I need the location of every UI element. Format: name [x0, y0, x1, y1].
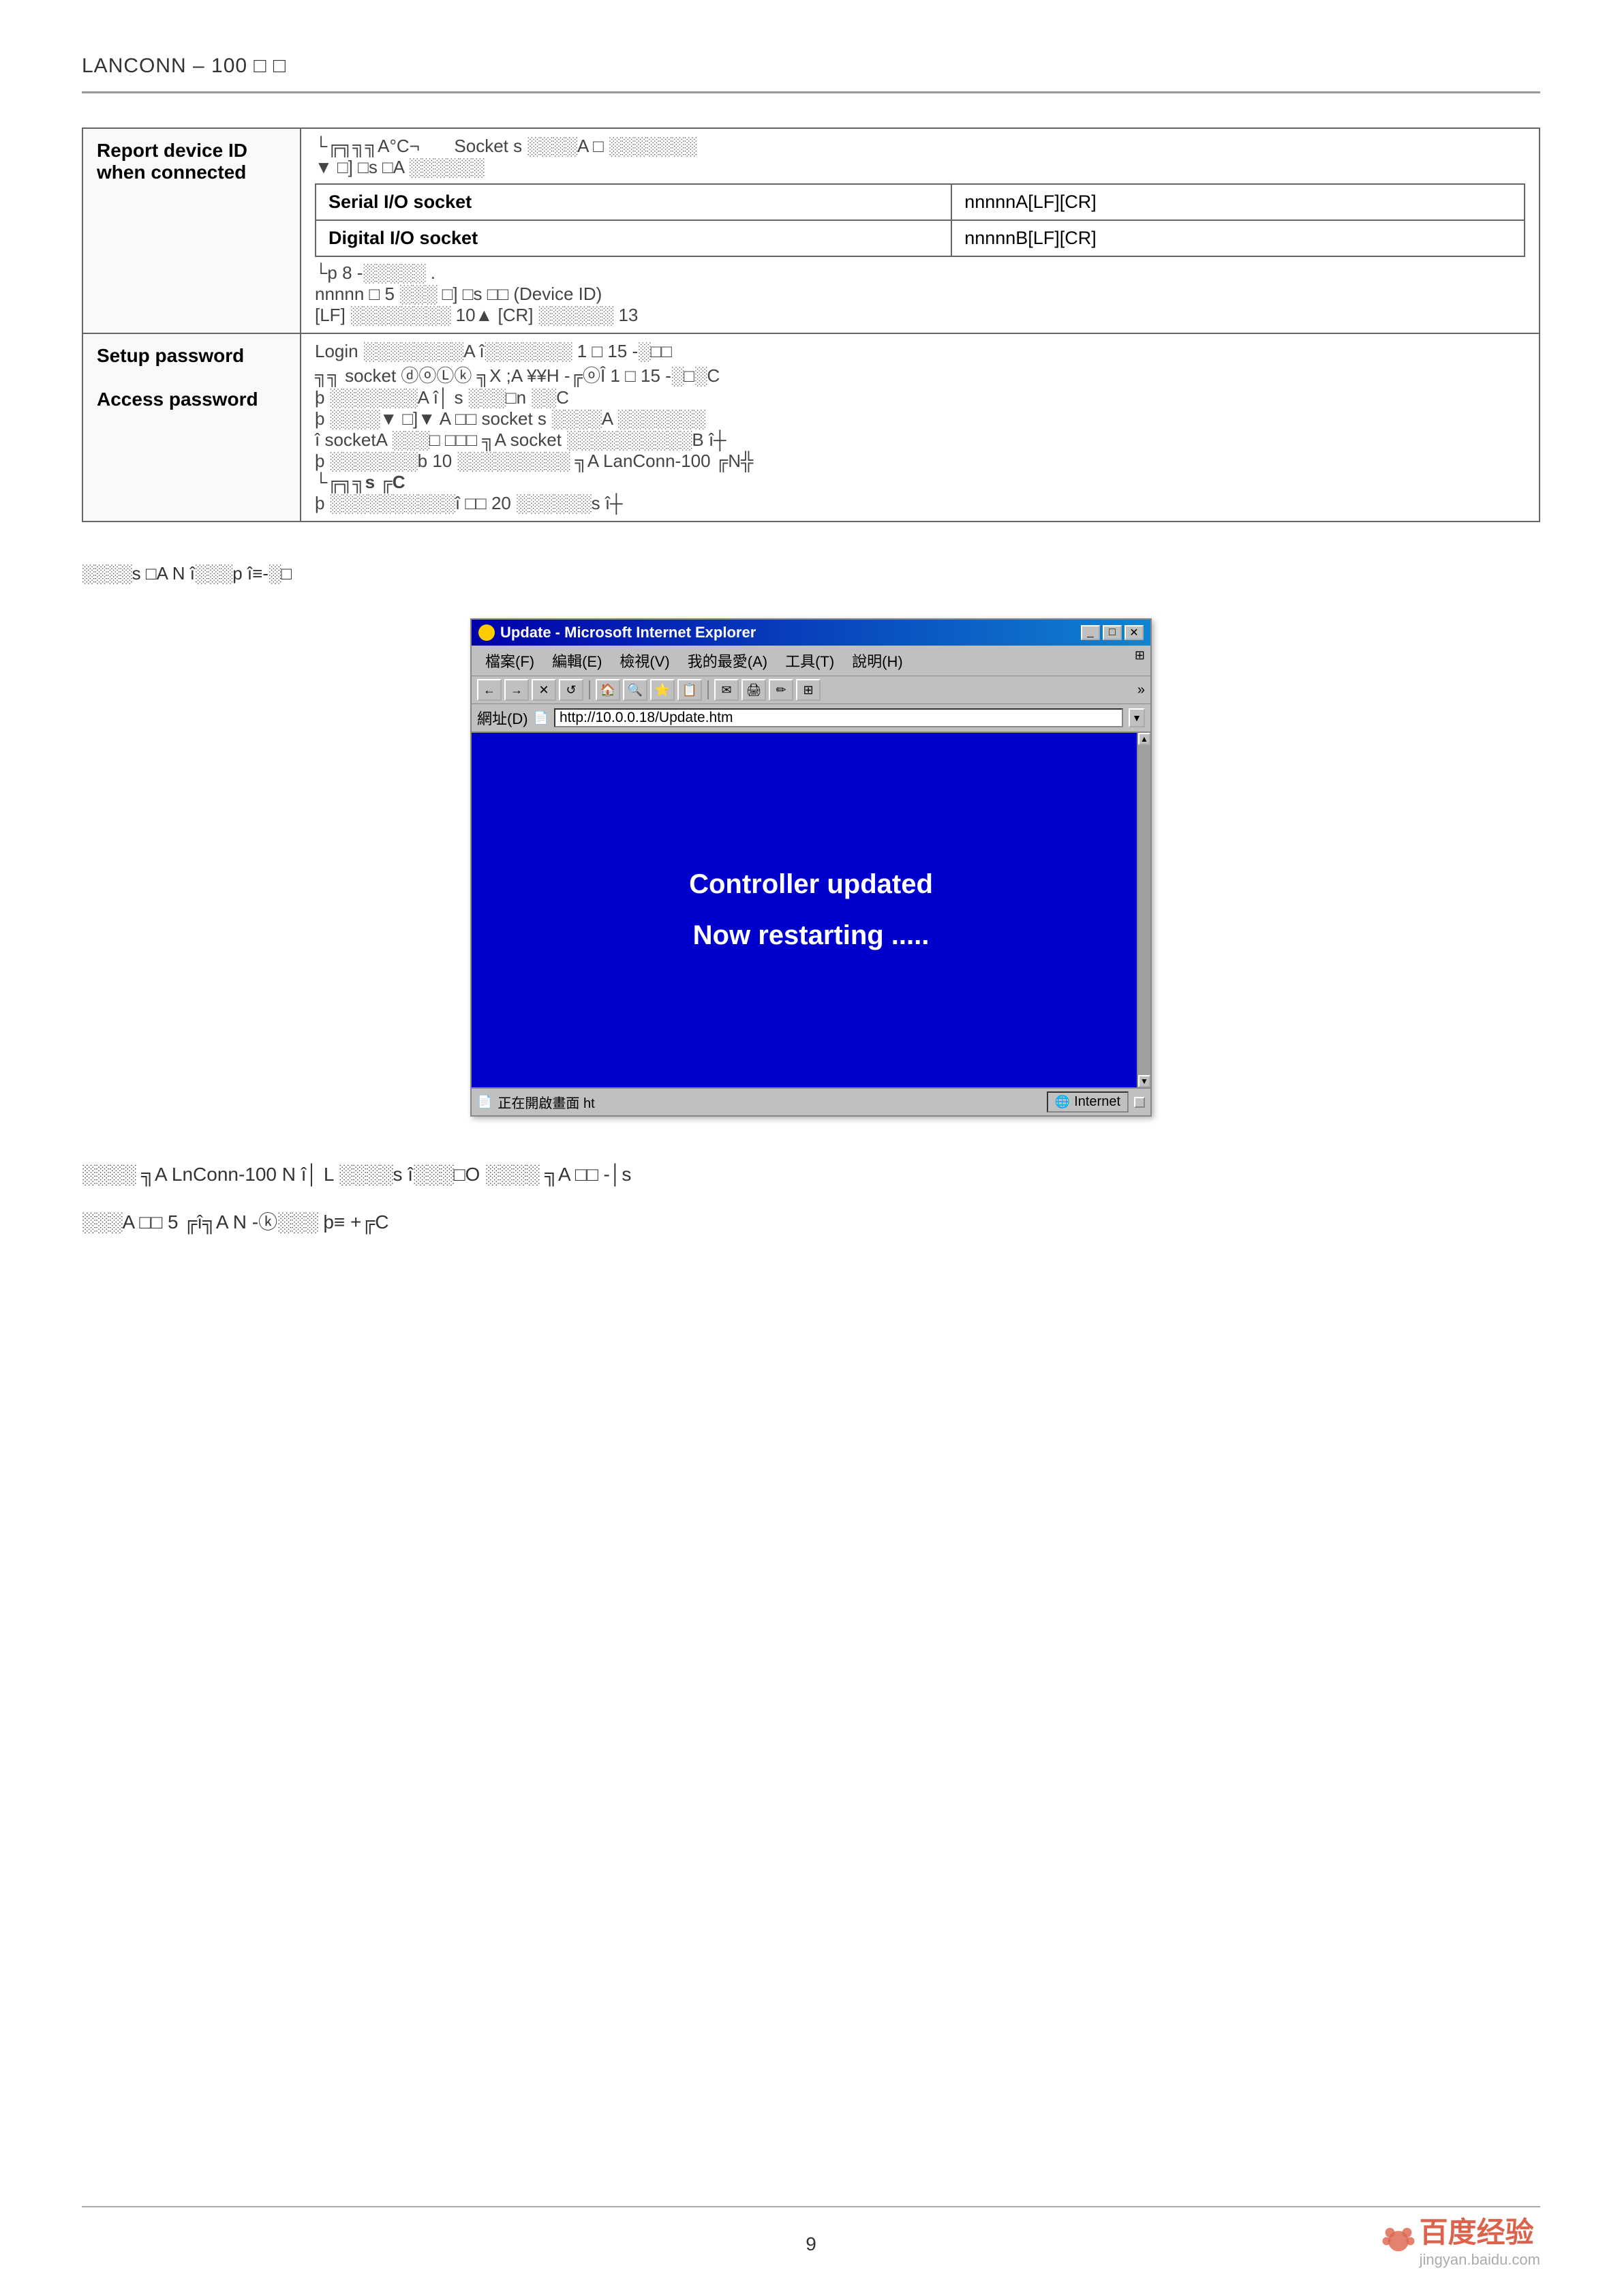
- toolbar-sep1: [589, 680, 590, 699]
- scroll-track: [1138, 745, 1150, 1075]
- status-corner: [1134, 1097, 1145, 1108]
- garbled-line2: ▼ □] □s □A ░░░░░░: [315, 157, 1525, 178]
- close-button[interactable]: ✕: [1124, 625, 1144, 640]
- pass-line1: Login ░░░░░░░░A î░░░░░░░ 1 □ 15 -░□□: [315, 341, 1525, 362]
- address-label: 網址(D): [477, 707, 528, 729]
- baidu-logo: 百度经验 jingyan.baidu.com: [1381, 2209, 1540, 2269]
- status-text: 正在開啟畫面 ht: [498, 1092, 1041, 1112]
- history-button[interactable]: 📋: [677, 679, 702, 701]
- browser-window: Update - Microsoft Internet Explorer _ □…: [470, 618, 1152, 1117]
- pass-line6: þ ░░░░░░░b 10 ░░░░░░░░░ ╗A LanConn-100 ╔…: [315, 451, 1525, 472]
- menu-tools[interactable]: 工具(T): [777, 648, 842, 673]
- label-passwords: Setup password Access password: [82, 333, 301, 522]
- label-report-line1: Report device ID: [97, 140, 286, 162]
- line2: nnnnn □ 5 ░░░ □] □s □□ (Device ID): [315, 284, 1525, 305]
- browser-toolbar: ← → ✕ ↺ 🏠 🔍 ⭐ 📋 ✉ 🖨 ✏ ⊞ »: [472, 676, 1150, 704]
- menu-edit[interactable]: 編輯(E): [544, 648, 610, 673]
- menu-extra[interactable]: ⊞: [1135, 648, 1145, 673]
- line1: └p 8 -░░░░░ .: [315, 262, 1525, 284]
- label-report-line2: when connected: [97, 162, 286, 183]
- scrollbar[interactable]: ▲ ▼: [1137, 733, 1150, 1087]
- toolbar-sep2: [707, 680, 709, 699]
- watermark: 百度经验 jingyan.baidu.com: [1381, 2209, 1540, 2269]
- pass-line4: þ ░░░░▼ □]▼ A □□ socket s ░░░░A ░░░░░░░: [315, 408, 1525, 429]
- browser-menubar: 檔案(F) 編輯(E) 檢視(V) 我的最愛(A) 工具(T) 說明(H) ⊞: [472, 646, 1150, 676]
- toolbar-more[interactable]: »: [1137, 682, 1145, 698]
- favorites-button[interactable]: ⭐: [650, 679, 675, 701]
- forward-button[interactable]: →: [504, 679, 529, 701]
- browser-title: Update - Microsoft Internet Explorer: [500, 624, 756, 641]
- content-report-device: └╔╗╗╗A°C¬ Socket s ░░░░A □ ░░░░░░░ ▼ □] …: [301, 128, 1540, 333]
- status-zone: 🌐 Internet: [1047, 1091, 1129, 1113]
- header-divider: [82, 91, 1540, 93]
- scroll-up[interactable]: ▲: [1138, 733, 1150, 745]
- garbled-line1: └╔╗╗╗A°C¬ Socket s ░░░░A □ ░░░░░░░: [315, 136, 1525, 157]
- status-zone-text: Internet: [1074, 1094, 1120, 1110]
- footer-divider: [82, 2206, 1540, 2207]
- pass-line3: þ ░░░░░░░A î│ s ░░░□n ░░C: [315, 387, 1525, 408]
- stop-button[interactable]: ✕: [532, 679, 556, 701]
- digital-label: Digital I/O socket: [316, 220, 951, 256]
- page-header: LANCONN – 100 □ □: [82, 55, 1540, 78]
- label-setup: Setup password: [97, 345, 286, 367]
- browser-titlebar: Update - Microsoft Internet Explorer _ □…: [472, 620, 1150, 646]
- content-passwords: Login ░░░░░░░░A î░░░░░░░ 1 □ 15 -░□□ ╗╗ …: [301, 333, 1540, 522]
- address-dropdown[interactable]: ▼: [1129, 708, 1145, 727]
- menu-file[interactable]: 檔案(F): [477, 648, 542, 673]
- info-table: Report device ID when connected └╔╗╗╗A°C…: [82, 127, 1540, 522]
- bottom-text2: ░░░A □□ 5 ╔î╗A N -ⓚ░░░ þ≡ +╔C: [82, 1205, 1540, 1239]
- browser-content: Controller updated Now restarting .....: [472, 733, 1150, 1087]
- pass-line7: └╔╗╗s ╔C: [315, 472, 1525, 493]
- serial-label: Serial I/O socket: [316, 184, 951, 220]
- home-button[interactable]: 🏠: [596, 679, 620, 701]
- titlebar-left: Update - Microsoft Internet Explorer: [478, 624, 756, 641]
- note-text: ░░░░s □A N î░░░p î≡-░□: [82, 563, 1540, 584]
- label-report-device: Report device ID when connected: [82, 128, 301, 333]
- menu-help[interactable]: 說明(H): [844, 648, 911, 673]
- status-page-icon: 📄: [477, 1095, 492, 1109]
- print-button[interactable]: 🖨: [741, 679, 766, 701]
- window-controls[interactable]: _ □ ✕: [1081, 625, 1144, 640]
- page-footer: 9: [0, 2233, 1622, 2255]
- page-icon: 📄: [534, 711, 549, 725]
- page-number: 9: [806, 2233, 816, 2255]
- baidu-paw-icon: [1381, 2222, 1416, 2256]
- baidu-text: 百度经验 jingyan.baidu.com: [1420, 2209, 1540, 2269]
- internet-icon: 🌐: [1055, 1095, 1070, 1109]
- mail-button[interactable]: ✉: [714, 679, 739, 701]
- maximize-button[interactable]: □: [1103, 625, 1122, 640]
- pass-line5: î socketA ░░░□ □□□ ╗A socket ░░░░░░░░░░B…: [315, 429, 1525, 451]
- scroll-down[interactable]: ▼: [1138, 1075, 1150, 1087]
- address-bar: 網址(D) 📄 ▼: [472, 704, 1150, 733]
- browser-statusbar: 📄 正在開啟畫面 ht 🌐 Internet: [472, 1087, 1150, 1115]
- digital-value: nnnnnB[LF][CR]: [951, 220, 1525, 256]
- line3: [LF] ░░░░░░░░ 10▲ [CR] ░░░░░░ 13: [315, 305, 1525, 326]
- bottom-text1: ░░░░ ╗A LnConn-100 N î│ L ░░░░s î░░░□O ░…: [82, 1158, 1540, 1192]
- pass-line8: þ ░░░░░░░░░░î □□ 20 ░░░░░░s î┼: [315, 493, 1525, 514]
- menu-favorites[interactable]: 我的最愛(A): [679, 648, 776, 673]
- serial-value: nnnnnA[LF][CR]: [951, 184, 1525, 220]
- back-button[interactable]: ←: [477, 679, 502, 701]
- search-button[interactable]: 🔍: [623, 679, 647, 701]
- pass-line2: ╗╗ socket ⓓⓞⓁⓚ ╗X ;A ¥¥H -╔ⓞÎ 1 □ 15 -░□…: [315, 362, 1525, 387]
- fullscreen-button[interactable]: ⊞: [796, 679, 821, 701]
- controller-updated-text: Controller updated: [689, 869, 933, 900]
- minimize-button[interactable]: _: [1081, 625, 1100, 640]
- browser-icon: [478, 624, 495, 641]
- browser-content-wrapper: Controller updated Now restarting ..... …: [472, 733, 1150, 1087]
- label-access: Access password: [97, 389, 286, 410]
- menu-view[interactable]: 檢視(V): [611, 648, 677, 673]
- edit-button[interactable]: ✏: [769, 679, 793, 701]
- refresh-button[interactable]: ↺: [559, 679, 583, 701]
- now-restarting-text: Now restarting .....: [693, 920, 930, 951]
- address-input[interactable]: [554, 708, 1123, 727]
